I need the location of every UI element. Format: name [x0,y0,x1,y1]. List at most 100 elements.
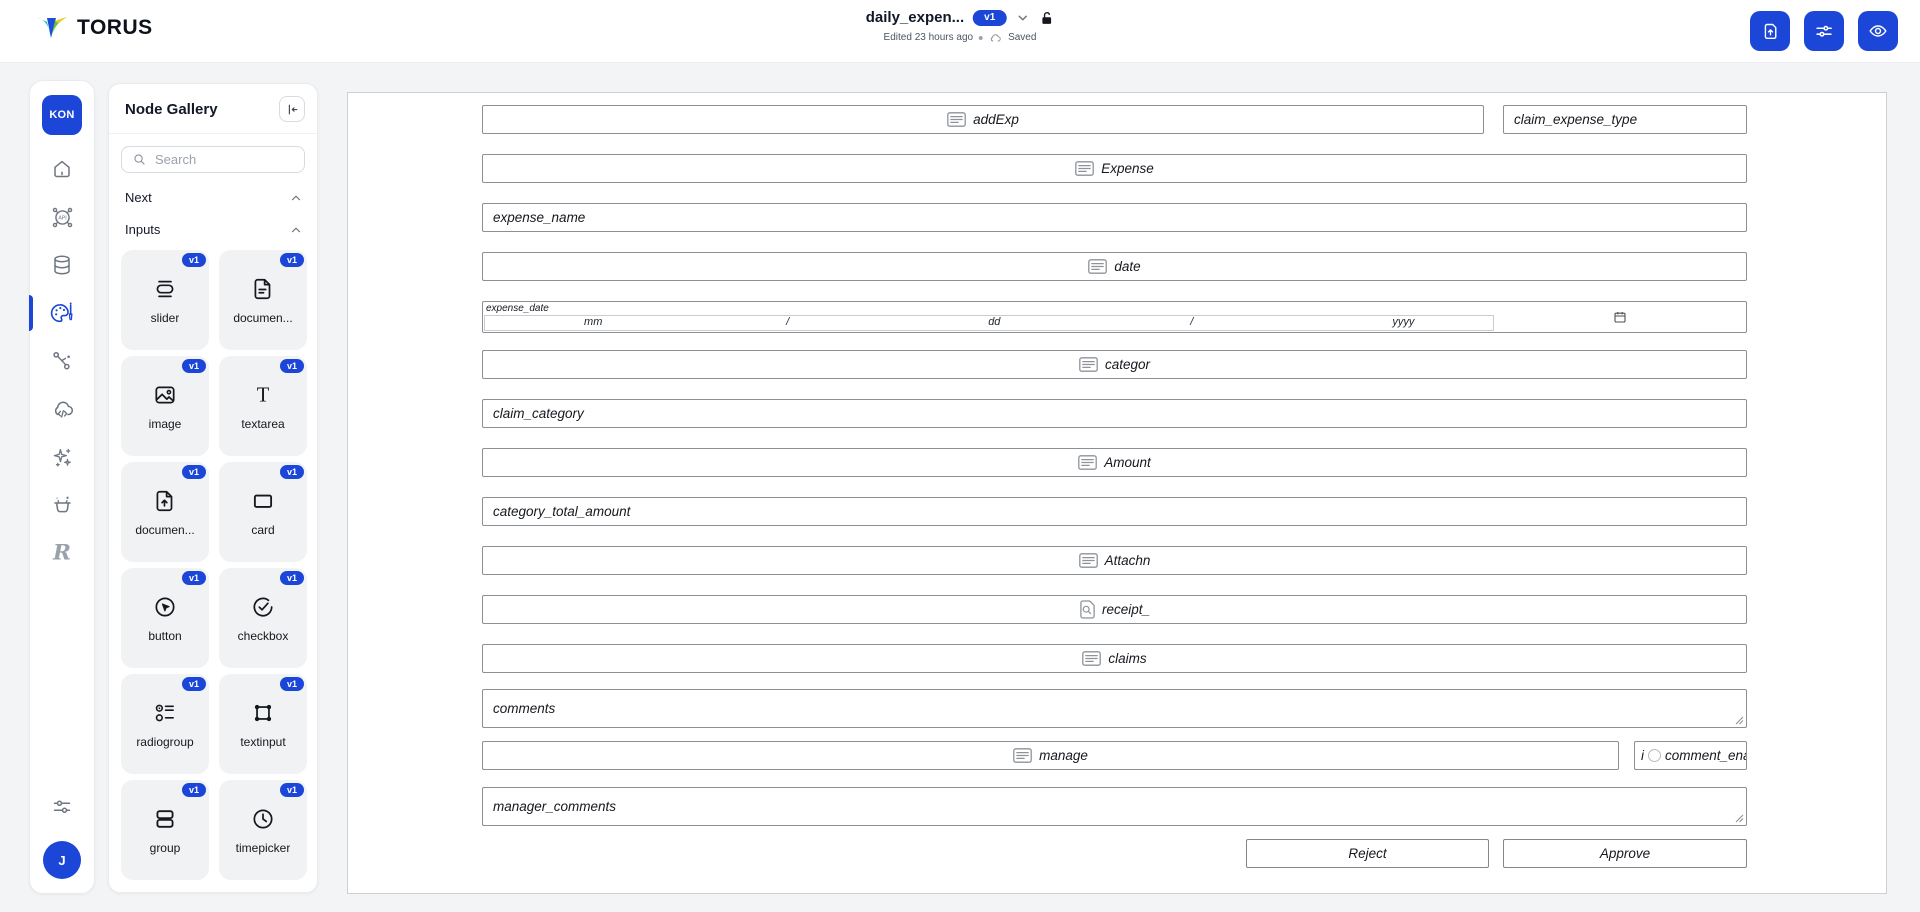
cloud-code-icon [54,401,73,418]
node-search[interactable] [121,146,305,173]
node-card-group[interactable]: v1 group [121,780,209,880]
field-manager[interactable]: manage [482,741,1619,770]
list-icon [1088,259,1108,274]
search-input[interactable] [155,152,294,167]
flow-settings-button[interactable] [1804,11,1844,51]
node-card-textinput[interactable]: v1 textinput [219,674,307,774]
sidebar-item-database[interactable] [49,252,75,278]
button-icon [155,596,175,617]
section-inputs-label: Inputs [125,222,161,237]
node-card-button[interactable]: v1 button [121,568,209,668]
user-avatar[interactable]: J [43,841,81,879]
sidebar-item-design[interactable] [29,295,75,331]
field-attachment[interactable]: Attachn [482,546,1747,575]
sidebar-item-market[interactable] [49,492,75,518]
header-actions [1750,11,1898,51]
chevron-down-icon[interactable] [1015,11,1029,25]
field-claims[interactable]: claims [482,644,1747,673]
field-manager-comments[interactable]: manager_comments [482,787,1747,826]
document-upload-icon [156,490,173,511]
node-card-label: card [251,523,275,537]
field-label: claim_category [493,406,584,421]
image-icon [155,386,175,403]
collapse-panel-button[interactable] [279,96,305,122]
upload-file-button[interactable] [1750,11,1790,51]
section-inputs[interactable]: Inputs [109,216,317,248]
field-add-exp[interactable]: addExp [482,105,1484,134]
field-category[interactable]: categor [482,350,1747,379]
date-day-segment[interactable]: dd [988,316,1000,328]
preview-button[interactable] [1858,11,1898,51]
approve-button[interactable]: Approve [1503,839,1747,868]
field-label: addExp [973,112,1019,127]
field-label: Expense [1101,161,1154,176]
radiogroup-icon [155,704,174,721]
node-card-radiogroup[interactable]: v1 radiogroup [121,674,209,774]
node-card-document[interactable]: v1 documen... [219,250,307,350]
sidebar-item-home[interactable] [49,156,75,182]
sidebar-item-r-logo[interactable]: R [49,540,75,566]
version-badge: v1 [181,677,206,691]
date-year-segment[interactable]: yyyy [1392,316,1414,328]
project-header: daily_expen... v1 Edited 23 hours ago Sa… [866,9,1055,43]
version-badge[interactable]: v1 [973,9,1007,26]
version-badge: v1 [279,253,304,267]
checkbox-icon [253,597,273,617]
unlock-icon[interactable] [1038,10,1054,26]
section-next-label: Next [125,190,152,205]
field-claim-expense-type[interactable]: claim_expense_type [1503,105,1747,134]
node-card-image[interactable]: v1 image [121,356,209,456]
flow-settings-icon [1816,25,1832,37]
field-receipt[interactable]: receipt_ [482,595,1747,624]
version-badge: v1 [181,253,206,267]
field-date[interactable]: date [482,252,1747,281]
version-badge: v1 [279,783,304,797]
torus-logo-icon [37,17,67,38]
field-amount[interactable]: Amount [482,448,1747,477]
field-expense-date[interactable]: expense_date mm / dd / yyyy [482,301,1747,333]
resize-handle-icon[interactable] [1735,716,1744,725]
date-month-segment[interactable]: mm [584,316,602,328]
node-card-label: radiogroup [136,735,194,749]
app-name: TORUS [77,16,153,39]
field-comment-enable[interactable]: i comment_enab [1634,741,1747,770]
radio-circle-icon[interactable] [1648,749,1661,762]
node-card-slider[interactable]: v1 slider [121,250,209,350]
sidebar-item-settings[interactable] [49,794,75,820]
list-icon [1078,455,1098,470]
node-card-checkbox[interactable]: v1 checkbox [219,568,307,668]
node-card-label: documen... [135,523,195,537]
node-card-card[interactable]: v1 card [219,462,307,562]
node-card-grid: v1 slider v1 documen... v1 image v1 T te… [109,248,317,892]
sidebar-item-flow[interactable] [49,348,75,374]
date-separator: / [786,316,790,328]
node-card-timepicker[interactable]: v1 timepicker [219,780,307,880]
node-card-label: documen... [233,311,293,325]
form-row: addExp claim_expense_type [482,105,1747,134]
field-label: manage [1039,748,1088,763]
node-gallery-title: Node Gallery [125,100,218,118]
node-card-label: textarea [241,417,285,431]
field-category-total-amount[interactable]: category_total_amount [482,497,1747,526]
sidebar-item-api[interactable]: API [49,204,75,230]
edited-status: Edited 23 hours ago [883,32,974,43]
node-card-textarea[interactable]: v1 T textarea [219,356,307,456]
workspace-badge[interactable]: KON [42,95,82,135]
section-next[interactable]: Next [109,179,317,216]
field-label: category_total_amount [493,504,631,519]
field-comments[interactable]: comments [482,689,1747,728]
field-claim-category[interactable]: claim_category [482,399,1747,428]
sidebar-item-cloud-code[interactable] [49,396,75,422]
design-canvas[interactable]: addExp claim_expense_type Expense expens… [347,92,1887,894]
node-card-document-upload[interactable]: v1 documen... [121,462,209,562]
list-icon [1075,161,1095,176]
field-expense-name[interactable]: expense_name [482,203,1747,232]
calendar-icon[interactable] [1614,311,1626,323]
upload-file-icon [1764,23,1776,39]
reject-button[interactable]: Reject [1246,839,1489,868]
resize-handle-icon[interactable] [1735,814,1744,823]
sidebar-item-ai[interactable] [49,444,75,470]
svg-text:R: R [52,541,71,566]
search-icon [134,154,145,165]
field-expense[interactable]: Expense [482,154,1747,183]
